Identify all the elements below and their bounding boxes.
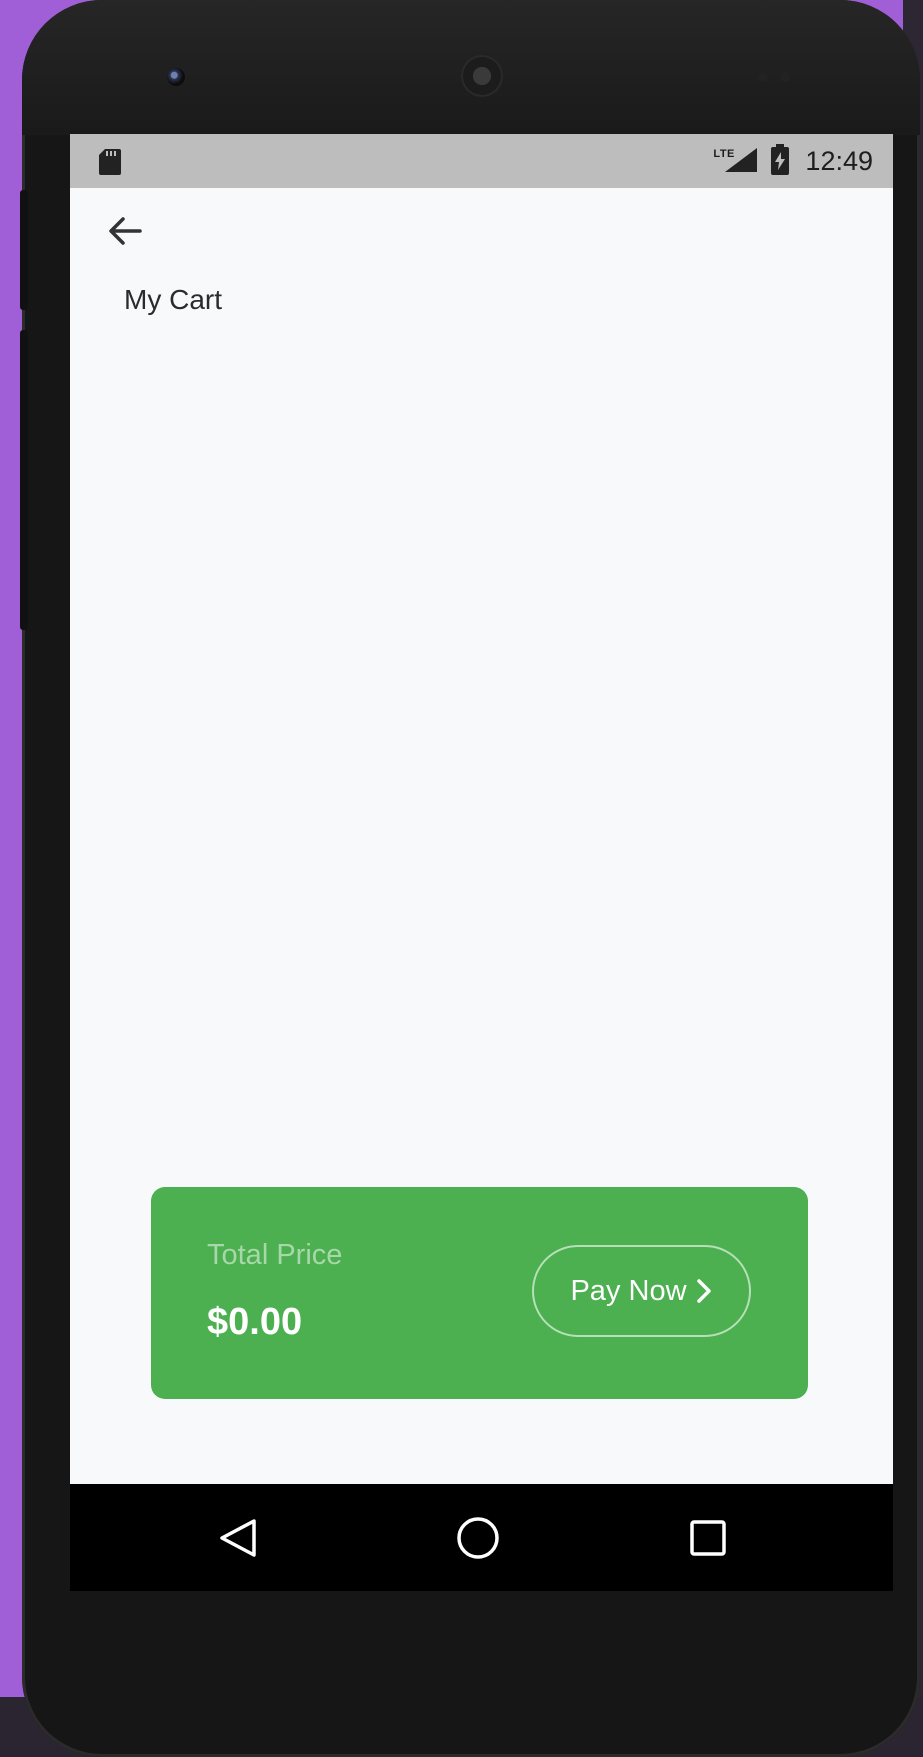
- nav-recents-button[interactable]: [658, 1484, 758, 1591]
- nav-back-button[interactable]: [188, 1484, 288, 1591]
- sd-card-icon: [99, 149, 121, 175]
- back-button[interactable]: [100, 206, 150, 256]
- recents-square-icon: [690, 1519, 726, 1556]
- bolt-icon: [775, 152, 786, 170]
- light-sensor: [780, 72, 790, 82]
- earpiece-speaker-icon: [461, 55, 503, 97]
- pay-now-button[interactable]: Pay Now: [532, 1245, 751, 1337]
- page-title: My Cart: [124, 284, 222, 315]
- status-bar: LTE 12:49: [70, 134, 893, 188]
- status-time: 12:49: [805, 145, 873, 176]
- volume-button: [20, 190, 28, 310]
- chevron-right-icon: [695, 1277, 713, 1305]
- total-price-value: $0.00: [207, 1301, 303, 1343]
- home-circle-icon: [457, 1516, 499, 1559]
- proximity-sensor: [758, 72, 768, 82]
- front-camera-icon: [167, 68, 185, 86]
- total-price-label: Total Price: [207, 1239, 343, 1271]
- arrow-left-icon: [109, 217, 142, 245]
- back-triangle-icon: [220, 1518, 256, 1557]
- power-button: [20, 330, 28, 630]
- total-price-card: Total Price $0.00 Pay Now: [151, 1187, 808, 1399]
- signal-bars: [725, 148, 758, 172]
- app-screen: LTE 12:49 My Cart Total Price $0.00 Pay …: [70, 134, 893, 1591]
- battery-charging-icon: [771, 144, 790, 175]
- status-indicators: LTE 12:49: [713, 144, 873, 178]
- pay-now-label: Pay Now: [570, 1274, 687, 1307]
- system-navigation-bar: [70, 1484, 893, 1591]
- lte-signal-icon: LTE: [713, 144, 758, 178]
- nav-home-button[interactable]: [428, 1484, 528, 1591]
